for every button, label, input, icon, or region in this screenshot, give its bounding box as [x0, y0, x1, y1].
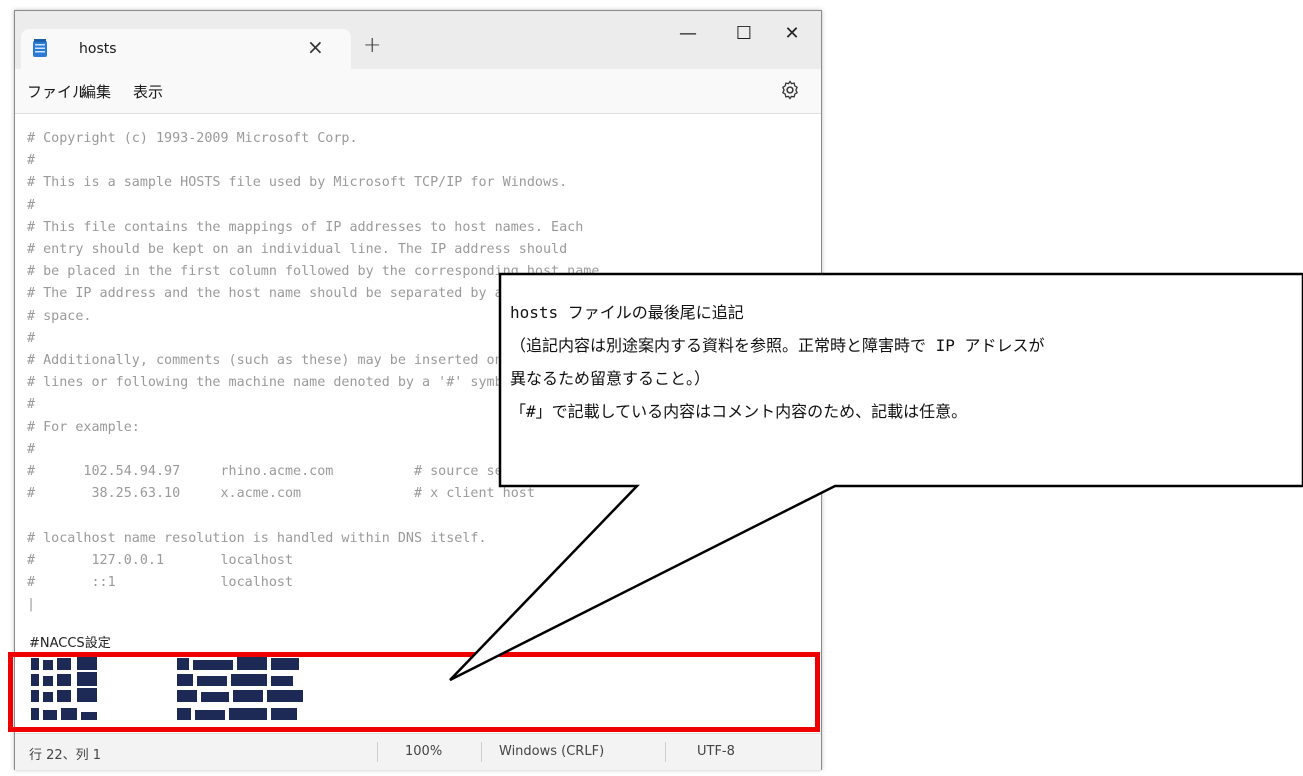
callout-text: hosts ファイルの最後尾に追記 （追記内容は別途案内する資料を参照。正常時と… — [510, 296, 1290, 428]
callout-line: 異なるため留意すること。） — [510, 369, 711, 388]
callout-line: （追記内容は別途案内する資料を参照。正常時と障害時で IP アドレスが — [510, 336, 1045, 355]
callout-line: 「#」で記載している内容はコメント内容のため、記載は任意。 — [510, 402, 968, 421]
callout-line: hosts ファイルの最後尾に追記 — [510, 303, 744, 322]
